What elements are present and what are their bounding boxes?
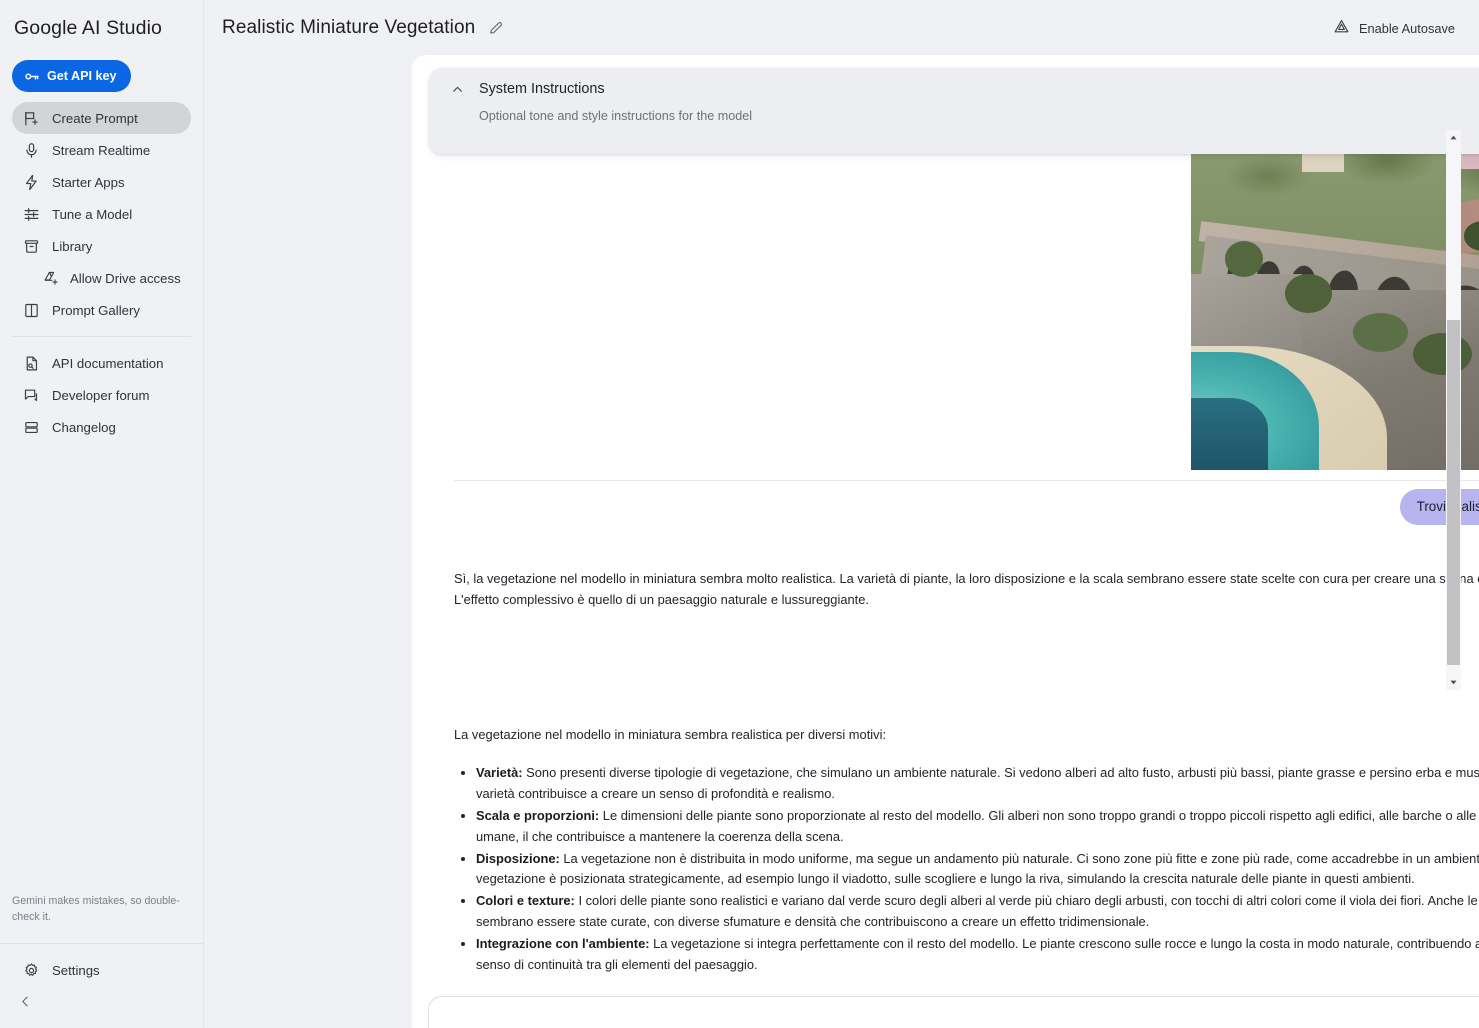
enable-autosave-button[interactable]: Enable Autosave bbox=[1325, 12, 1463, 44]
sidebar-item-label: Prompt Gallery bbox=[52, 303, 140, 318]
chevron-left-icon[interactable] bbox=[12, 988, 38, 1014]
scroll-up-arrow-icon[interactable] bbox=[1446, 130, 1461, 145]
list-item: Scala e proporzioni: Le dimensioni delle… bbox=[476, 806, 1479, 848]
list-item-text: I colori delle piante sono realistici e … bbox=[476, 893, 1479, 929]
top-bar: Realistic Miniature Vegetation Enable Au… bbox=[204, 0, 1479, 56]
forum-icon bbox=[22, 386, 40, 404]
microphone-icon bbox=[22, 141, 40, 159]
list-item-term: Colori e texture: bbox=[476, 893, 575, 908]
list-item-text: Sono presenti diverse tipologie di veget… bbox=[476, 765, 1479, 801]
sidebar-item-label: Stream Realtime bbox=[52, 143, 150, 158]
chevron-up-icon[interactable] bbox=[447, 83, 467, 96]
sidebar-spacer bbox=[0, 443, 203, 893]
sidebar-item-label: Allow Drive access bbox=[70, 271, 181, 286]
sidebar-item-starter-apps[interactable]: Starter Apps bbox=[12, 166, 191, 198]
model-turn-1: Sì, la vegetazione nel modello in miniat… bbox=[454, 569, 1479, 611]
sidebar-item-developer-forum[interactable]: Developer forum bbox=[12, 379, 191, 411]
sidebar-item-label: API documentation bbox=[52, 356, 163, 371]
list-item: Disposizione: La vegetazione non è distr… bbox=[476, 849, 1479, 891]
list-item: Integrazione con l'ambiente: La vegetazi… bbox=[476, 934, 1479, 976]
key-icon bbox=[23, 68, 40, 85]
sidebar: Google AI Studio Get API key bbox=[0, 0, 204, 1028]
gear-icon bbox=[22, 961, 40, 979]
conversation-scrollbar[interactable] bbox=[1446, 130, 1461, 690]
document-search-icon bbox=[22, 354, 40, 372]
gemini-disclaimer: Gemini makes mistakes, so double-check i… bbox=[0, 893, 203, 943]
model-message-paragraph: Sì, la vegetazione nel modello in miniat… bbox=[454, 569, 1479, 611]
turn-divider bbox=[454, 480, 1479, 481]
get-api-key-label: Get API key bbox=[47, 69, 117, 83]
list-item-term: Disposizione: bbox=[476, 851, 560, 866]
user-turn-2: dimmi di più bbox=[454, 645, 1479, 681]
primary-nav: Create Prompt Stream Realtime bbox=[0, 102, 203, 326]
create-prompt-icon bbox=[22, 109, 40, 127]
scroll-down-arrow-icon[interactable] bbox=[1446, 675, 1461, 690]
attachment-turn bbox=[454, 143, 1479, 481]
turn-gap bbox=[454, 681, 1479, 725]
sidebar-divider bbox=[12, 336, 191, 337]
reasons-list: Varietà: Sono presenti diverse tipologie… bbox=[454, 763, 1479, 976]
model-turn-2: La vegetazione nel modello in miniatura … bbox=[454, 725, 1479, 1028]
changelog-list-icon bbox=[22, 418, 40, 436]
sidebar-item-prompt-gallery[interactable]: Prompt Gallery bbox=[12, 294, 191, 326]
collapse-row bbox=[0, 986, 203, 1028]
turn-gap bbox=[454, 611, 1479, 645]
photo-vegetation bbox=[1413, 333, 1473, 376]
list-item-text: Le dimensioni delle piante sono proporzi… bbox=[476, 808, 1479, 844]
system-instructions-panel[interactable]: System Instructions Optional tone and st… bbox=[429, 68, 1479, 154]
settings-row: Settings bbox=[0, 944, 203, 986]
system-instructions-subtitle: Optional tone and style instructions for… bbox=[429, 109, 1479, 123]
photo-deep-sea bbox=[1191, 398, 1268, 470]
sidebar-item-tune-a-model[interactable]: Tune a Model bbox=[12, 198, 191, 230]
book-icon bbox=[22, 301, 40, 319]
bolt-icon bbox=[22, 173, 40, 191]
system-instructions-header: System Instructions bbox=[429, 81, 1479, 97]
drive-add-icon bbox=[42, 269, 60, 287]
system-instructions-title: System Instructions bbox=[479, 81, 605, 97]
sidebar-item-stream-realtime[interactable]: Stream Realtime bbox=[12, 134, 191, 166]
sidebar-item-library[interactable]: Library bbox=[12, 230, 191, 262]
prompt-composer[interactable] bbox=[428, 996, 1479, 1028]
list-item-term: Varietà: bbox=[476, 765, 523, 780]
sidebar-item-label: Create Prompt bbox=[52, 111, 138, 126]
sidebar-item-label: Starter Apps bbox=[52, 175, 125, 190]
pencil-edit-icon[interactable] bbox=[488, 20, 504, 36]
main-area: Realistic Miniature Vegetation Enable Au… bbox=[204, 0, 1479, 1028]
sidebar-item-allow-drive-access[interactable]: Allow Drive access bbox=[12, 262, 191, 294]
page-title: Realistic Miniature Vegetation bbox=[222, 17, 475, 39]
ai-studio-app: Google AI Studio Get API key bbox=[0, 0, 1479, 1028]
scrollbar-track[interactable] bbox=[1446, 145, 1461, 675]
sidebar-item-label: Tune a Model bbox=[52, 207, 132, 222]
list-item-term: Scala e proporzioni: bbox=[476, 808, 599, 823]
sidebar-item-settings[interactable]: Settings bbox=[12, 954, 191, 986]
sidebar-item-create-prompt[interactable]: Create Prompt bbox=[12, 102, 191, 134]
sidebar-item-label: Changelog bbox=[52, 420, 116, 435]
tune-sliders-icon bbox=[22, 205, 40, 223]
list-item-term: Integrazione con l'ambiente: bbox=[476, 936, 650, 951]
list-item: Colori e texture: I colori delle piante … bbox=[476, 891, 1479, 933]
conversation-card: Trovi realistica la vegetazione? Sì, la … bbox=[412, 55, 1479, 1028]
app-brand-title: Google AI Studio bbox=[0, 0, 203, 56]
sidebar-item-api-documentation[interactable]: API documentation bbox=[12, 347, 191, 379]
list-item-text: La vegetazione non è distribuita in modo… bbox=[476, 851, 1479, 887]
sidebar-item-changelog[interactable]: Changelog bbox=[12, 411, 191, 443]
attachment-row bbox=[454, 143, 1479, 470]
conversation-list: Trovi realistica la vegetazione? Sì, la … bbox=[412, 55, 1479, 1028]
sidebar-item-label: Library bbox=[52, 239, 92, 254]
library-box-icon bbox=[22, 237, 40, 255]
turn-gap bbox=[454, 525, 1479, 569]
autosave-triangle-icon bbox=[1333, 18, 1350, 38]
miniature-model-photo[interactable] bbox=[1191, 143, 1479, 470]
secondary-nav: API documentation Developer forum bbox=[0, 347, 203, 443]
enable-autosave-label: Enable Autosave bbox=[1359, 21, 1455, 36]
sidebar-item-label: Settings bbox=[52, 963, 100, 978]
get-api-key-button[interactable]: Get API key bbox=[12, 60, 131, 92]
photo-vegetation bbox=[1285, 274, 1332, 313]
scrollbar-thumb[interactable] bbox=[1447, 320, 1460, 665]
user-message-bubble[interactable]: Trovi realistica la vegetazione? bbox=[1400, 489, 1479, 525]
model-message-intro: La vegetazione nel modello in miniatura … bbox=[454, 725, 1479, 746]
list-item: Varietà: Sono presenti diverse tipologie… bbox=[476, 763, 1479, 805]
user-turn-1: Trovi realistica la vegetazione? bbox=[454, 489, 1479, 525]
sidebar-item-label: Developer forum bbox=[52, 388, 149, 403]
